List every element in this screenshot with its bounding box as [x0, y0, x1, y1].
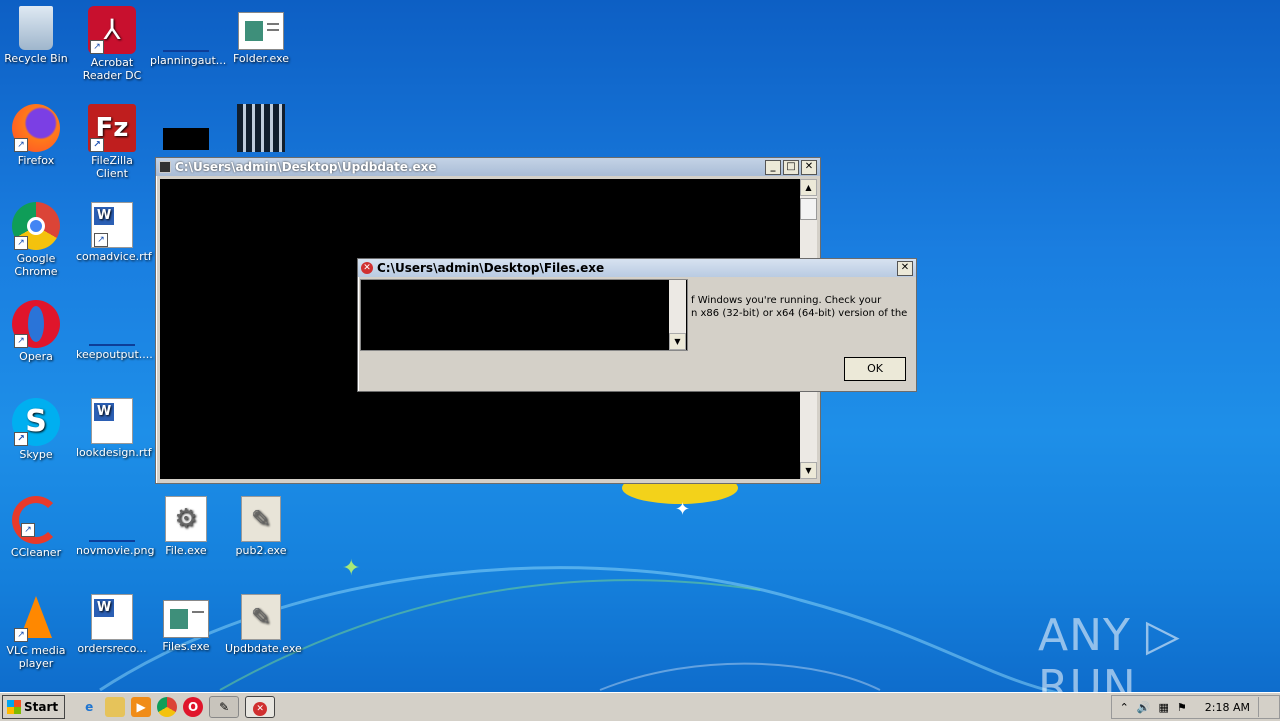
desktop-icon-black-file[interactable]	[150, 104, 222, 152]
desktop-icon-novmovie[interactable]: novmovie.png	[76, 496, 154, 557]
desktop-icon-keepoutput[interactable]: keepoutput....	[76, 300, 153, 361]
chevron-up-icon[interactable]: ⌃	[1120, 701, 1129, 714]
console-titlebar[interactable]: C:\Users\admin\Desktop\Updbdate.exe _ □ …	[156, 158, 820, 176]
word-document-icon: W ↗	[91, 202, 133, 248]
console-app-icon	[159, 161, 171, 173]
blank-file-icon	[89, 540, 135, 542]
volume-icon[interactable]: 🔊	[1137, 701, 1151, 714]
desktop-icon-firefox[interactable]: ↗ Firefox	[0, 104, 72, 167]
skype-icon: S ↗	[12, 398, 60, 446]
desktop-icon-pub2[interactable]: ✎ pub2.exe	[225, 496, 297, 557]
word-document-icon: W	[91, 398, 133, 444]
filezilla-icon: Fz ↗	[88, 104, 136, 152]
show-desktop-button[interactable]	[1258, 697, 1271, 717]
dialog-message: f Windows you're running. Check your n x…	[691, 294, 907, 320]
scroll-down-arrow-icon[interactable]: ▼	[669, 333, 686, 350]
maximize-button[interactable]: □	[783, 159, 799, 175]
desktop-icon-ordersreco[interactable]: W ordersreco...	[76, 594, 148, 655]
vlc-cone-icon: ↗	[12, 594, 60, 642]
installer-icon: ⚙	[165, 496, 207, 542]
start-label: Start	[24, 700, 59, 714]
script-file-icon: ✎	[241, 594, 281, 640]
desktop-icon-lookdesign[interactable]: W lookdesign.rtf	[76, 398, 152, 459]
blank-file-icon	[89, 344, 135, 346]
desktop-icon-qr-file[interactable]	[225, 104, 297, 154]
dialog-title: C:\Users\admin\Desktop\Files.exe	[377, 261, 605, 275]
flag-icon[interactable]: ⚑	[1177, 701, 1187, 714]
minimize-button[interactable]: _	[765, 159, 781, 175]
desktop-icon-acrobat[interactable]: ⅄ ↗ Acrobat Reader DC	[76, 6, 148, 82]
taskbar: Start e ▶ O ✎ ✕ ⌃ 🔊 ▦ ⚑ 2:18 AM	[0, 692, 1280, 721]
network-icon[interactable]: ▦	[1159, 701, 1169, 714]
scroll-thumb[interactable]	[800, 198, 817, 220]
desktop-icon-filezilla[interactable]: Fz ↗ FileZilla Client	[76, 104, 148, 180]
desktop-icon-folder-exe[interactable]: Folder.exe	[225, 6, 297, 65]
dialog-message-line: f Windows you're running. Check your	[691, 295, 882, 306]
system-tray: ⌃ 🔊 ▦ ⚑ 2:18 AM	[1110, 695, 1280, 719]
opera-taskbar-icon[interactable]: O	[183, 697, 204, 717]
chrome-taskbar-icon[interactable]	[157, 697, 178, 717]
dialog-console-pane[interactable]: ▼	[360, 279, 688, 351]
exe-window-icon	[238, 12, 284, 50]
exe-window-icon	[163, 600, 209, 638]
internet-explorer-icon[interactable]: e	[79, 697, 99, 717]
chrome-icon: ↗	[12, 202, 60, 250]
desktop-icon-updbdate[interactable]: ✎ Updbdate.exe	[225, 594, 302, 655]
dialog-close-button[interactable]: ✕	[897, 260, 913, 276]
desktop-icon-planningaut[interactable]: planningaut...	[150, 6, 226, 67]
windows-logo-icon	[7, 700, 21, 714]
qr-code-icon	[237, 104, 285, 152]
desktop-icon-comadvice[interactable]: W ↗ comadvice.rtf	[76, 202, 152, 263]
desktop-icon-opera[interactable]: ↗ Opera	[0, 300, 72, 363]
desktop-icon-files-exe[interactable]: Files.exe	[150, 594, 222, 653]
desktop-icon-file-exe[interactable]: ⚙ File.exe	[150, 496, 222, 557]
script-file-icon: ✎	[241, 496, 281, 542]
start-button[interactable]: Start	[2, 695, 66, 719]
ccleaner-icon: ↗	[12, 496, 60, 544]
scroll-down-arrow-icon[interactable]: ▼	[800, 462, 817, 479]
updbdate-task-icon[interactable]: ✎	[209, 696, 240, 718]
dialog-scrollbar[interactable]: ▼	[669, 280, 686, 350]
acrobat-icon: ⅄ ↗	[88, 6, 136, 54]
recycle-bin-icon	[19, 6, 53, 50]
desktop-icon-vlc[interactable]: ↗ VLC media player	[0, 594, 72, 670]
desktop-icon-ccleaner[interactable]: ↗ CCleaner	[0, 496, 72, 559]
blank-file-icon	[163, 50, 209, 52]
opera-icon: ↗	[12, 300, 60, 348]
media-player-icon[interactable]: ▶	[131, 697, 152, 717]
desktop-icon-chrome[interactable]: ↗ Google Chrome	[0, 202, 72, 278]
error-dialog[interactable]: ✕ C:\Users\admin\Desktop\Files.exe ✕ ▼ f…	[357, 258, 917, 392]
close-button[interactable]: ✕	[801, 159, 817, 175]
clock[interactable]: 2:18 AM	[1205, 701, 1250, 714]
console-title: C:\Users\admin\Desktop\Updbdate.exe	[175, 160, 437, 174]
explorer-folder-icon[interactable]	[105, 697, 126, 717]
desktop-icon-recycle-bin[interactable]: Recycle Bin	[0, 6, 72, 65]
firefox-icon: ↗	[12, 104, 60, 152]
ok-button[interactable]: OK	[844, 357, 906, 381]
svg-text:✦: ✦	[675, 499, 690, 520]
black-image-icon	[163, 128, 209, 150]
error-icon: ✕	[361, 262, 373, 274]
desktop-icon-skype[interactable]: S ↗ Skype	[0, 398, 72, 461]
word-document-icon: W	[91, 594, 133, 640]
scroll-up-arrow-icon[interactable]: ▲	[800, 179, 817, 196]
dialog-message-line: n x86 (32-bit) or x64 (64-bit) version o…	[691, 308, 908, 319]
files-error-task-icon[interactable]: ✕	[245, 696, 276, 718]
svg-text:✦: ✦	[342, 556, 360, 581]
dialog-titlebar[interactable]: ✕ C:\Users\admin\Desktop\Files.exe ✕	[358, 259, 916, 277]
